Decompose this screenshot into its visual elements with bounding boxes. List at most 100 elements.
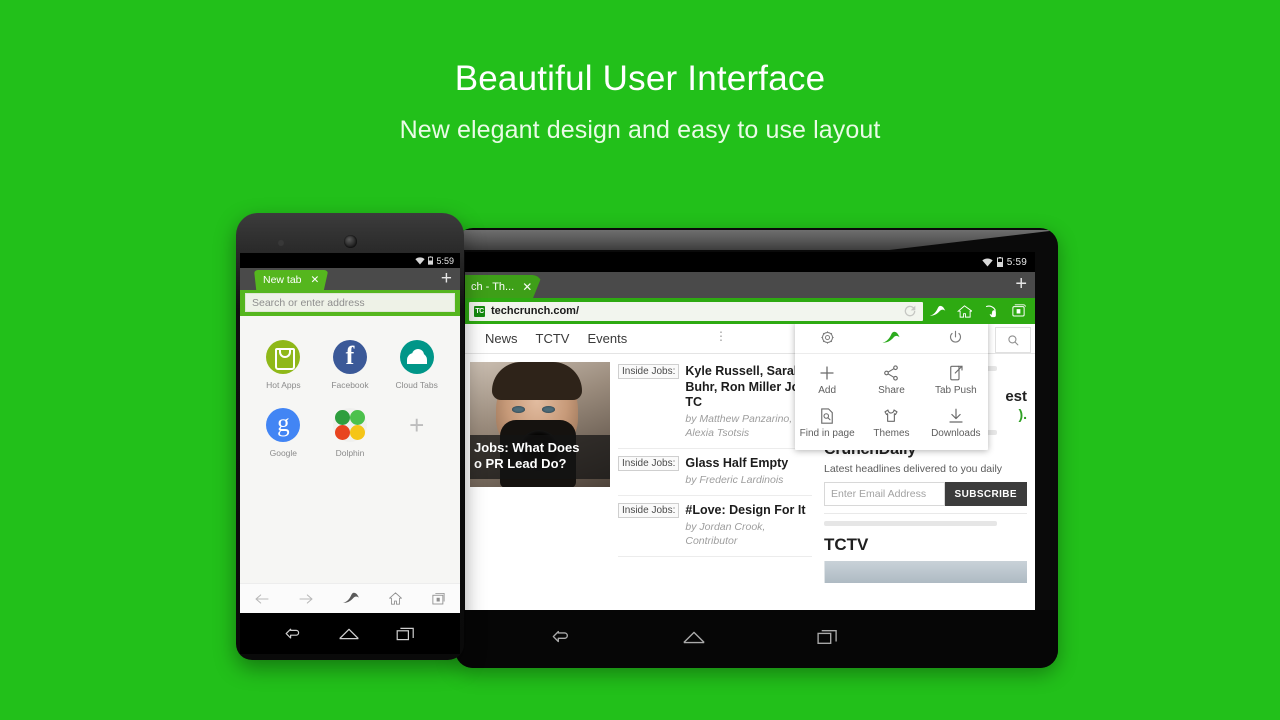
hero-headline-line2: o PR Lead Do? [474,456,567,472]
speed-dial-item-dolphin[interactable]: Dolphin [317,408,384,458]
menu-item-downloads[interactable]: Downloads [924,404,988,442]
toolbar-dolphin-button[interactable] [925,305,950,318]
page-title: Beautiful User Interface [454,59,826,98]
hero-photo-eye [512,406,525,413]
story-byline: by Frederic Lardinois [685,473,784,486]
menu-item-themes[interactable]: Themes [859,404,923,442]
toolbar-gesture-button[interactable] [979,304,1004,319]
dolphin-icon[interactable] [342,592,360,605]
story-item[interactable]: Inside Jobs: Kyle Russell, Sarah Buhr, R… [618,362,812,450]
tablet-device: 5:59 ch - Th... ✕ + TC techcrunch.com/ N… [455,228,1058,668]
hero-headline: Jobs: What Does o PR Lead Do? [470,434,610,479]
email-field[interactable]: Enter Email Address [824,482,945,506]
hero-photo-eye [542,406,555,413]
tablet-url-bar: TC techcrunch.com/ [465,298,1035,324]
site-nav-item-events[interactable]: Events [587,331,627,346]
kebab-menu-icon[interactable]: ⋮ [715,330,727,342]
story-byline: by Jordan Crook, Contributor [685,521,766,547]
close-icon[interactable]: ✕ [311,274,320,286]
tablet-tab-title: ch - Th... [471,280,515,293]
tabs-icon [1012,304,1026,317]
site-search-button[interactable] [995,327,1031,353]
phone-device: 5:59 New tab ✕ + Search or enter address… [236,213,464,660]
search-icon [1007,334,1018,345]
story-item[interactable]: Inside Jobs: Glass Half Empty by Frederi… [618,449,812,497]
new-tab-button[interactable]: + [1015,273,1027,295]
menu-item-share[interactable]: Share [859,361,923,399]
story-tag: Inside Jobs: [618,456,680,472]
facebook-icon: f [332,340,367,374]
phone-camera [344,235,357,248]
tctv-thumbnail[interactable] [824,561,1027,583]
forward-icon[interactable] [298,592,314,606]
cloud-tabs-icon [399,340,434,374]
home-icon[interactable] [388,591,403,606]
home-icon[interactable] [338,626,360,641]
search-input[interactable]: Search or enter address [245,293,455,312]
menu-item-label: Tab Push [934,385,977,396]
site-nav-item-tctv[interactable]: TCTV [536,331,570,346]
add-icon [820,366,834,380]
wifi-icon [982,257,993,266]
phone-tab[interactable]: New tab ✕ [254,270,329,290]
story-title: Glass Half Empty [685,456,789,471]
phone-sensor [278,240,284,246]
story-item[interactable]: Inside Jobs: #Love: Design For It by Jor… [618,496,812,558]
speed-dial-label: Google [269,448,298,458]
toolbar-home-button[interactable] [952,304,977,319]
battery-icon [428,256,434,265]
toolbar-tabs-button[interactable] [1006,304,1031,318]
phone-system-nav [240,613,460,654]
speed-dial-item-add[interactable]: + [383,408,450,458]
speed-dial-item-facebook[interactable]: f Facebook [317,340,384,390]
back-icon[interactable] [254,592,270,606]
story-byline: by Matthew Panzarino, Alexia Tsotsis [685,412,793,439]
menu-items-grid: Add Share Tab Push Find in page Themes D… [795,354,988,450]
close-icon[interactable]: ✕ [522,280,532,294]
recents-icon[interactable] [395,626,417,642]
menu-settings-button[interactable] [795,324,859,353]
hero-article[interactable]: Jobs: What Does o PR Lead Do? [470,362,610,487]
tab-push-icon [950,365,963,381]
back-icon[interactable] [550,628,572,646]
story-list: Inside Jobs: Kyle Russell, Sarah Buhr, R… [610,354,818,627]
menu-item-label: Find in page [799,428,855,439]
hero-headline-line1: Jobs: What Does [474,439,580,455]
menu-item-add[interactable]: Add [795,361,859,399]
home-icon[interactable] [682,629,706,645]
page-subtitle: New elegant design and easy to use layou… [399,116,881,144]
newsletter-form: Enter Email Address SUBSCRIBE [824,482,1027,506]
dolphin-icon [332,408,367,442]
menu-top-row [795,324,988,354]
recents-icon[interactable] [816,628,840,646]
site-nav-item-news[interactable]: News [485,331,518,346]
divider [824,513,1027,514]
tablet-tab[interactable]: ch - Th... ✕ [465,275,543,298]
tabs-icon[interactable] [431,592,446,606]
dolphin-icon [929,305,946,316]
menu-item-label: Downloads [931,428,981,439]
share-icon [884,365,899,381]
tablet-bezel-trim [455,230,1058,250]
menu-item-tab-push[interactable]: Tab Push [924,361,988,399]
menu-exit-button[interactable] [924,324,988,353]
menu-item-find-in-page[interactable]: Find in page [795,404,859,442]
story-tag: Inside Jobs: [618,364,680,379]
speed-dial-item-cloud-tabs[interactable]: Cloud Tabs [383,340,450,390]
battery-icon [996,257,1003,267]
power-icon [950,330,962,343]
phone-url-bar: Search or enter address [240,290,460,316]
home-icon [957,304,972,318]
browser-menu-popup: Add Share Tab Push Find in page Themes D… [795,324,988,450]
subscribe-button[interactable]: SUBSCRIBE [944,482,1027,506]
reload-icon[interactable] [902,303,918,319]
sidebar-fragment-text: est [1005,388,1027,405]
speed-dial-item-hot-apps[interactable]: Hot Apps [250,340,317,390]
new-tab-button[interactable]: + [441,268,452,290]
speed-dial-item-google[interactable]: g Google [250,408,317,458]
address-input[interactable]: TC techcrunch.com/ [469,301,923,321]
gesture-icon [985,305,996,317]
menu-dolphin-button[interactable] [859,324,923,353]
back-icon[interactable] [283,626,303,642]
downloads-icon [949,408,963,423]
